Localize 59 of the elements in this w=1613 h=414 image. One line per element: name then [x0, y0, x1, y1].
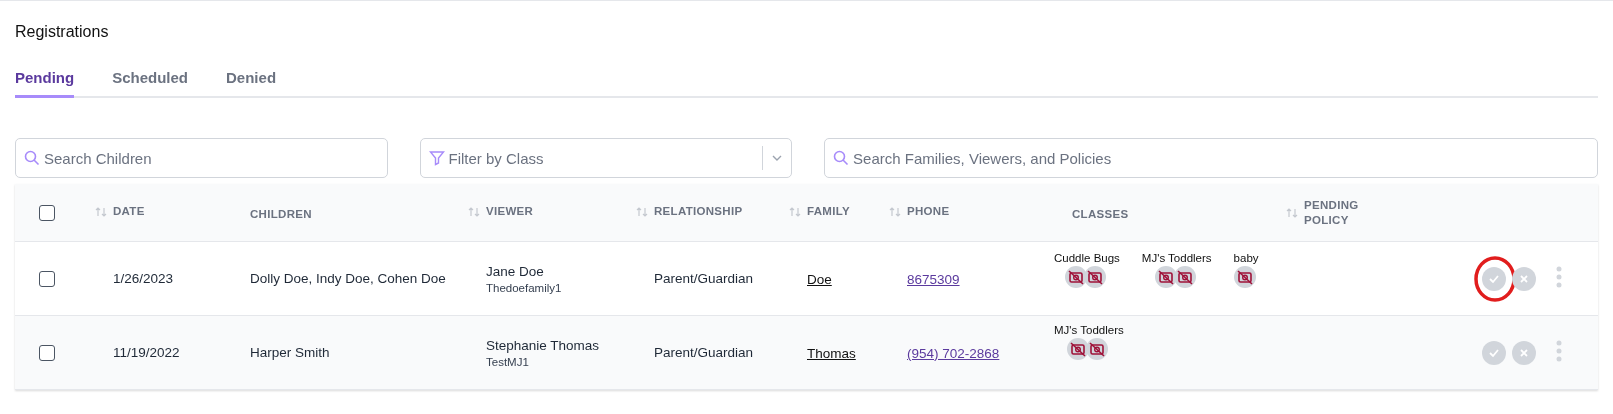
class-name: MJ's Toddlers	[1141, 252, 1212, 264]
select-all-checkbox[interactable]	[39, 204, 55, 221]
camera-off-icon	[1085, 338, 1108, 360]
viewer-name: Jane Doe	[486, 263, 545, 279]
tab[interactable]: Pending	[15, 63, 75, 98]
search-icon	[24, 150, 40, 166]
column-header: CLASSES	[1072, 206, 1129, 222]
class-filter-dropdown[interactable]: Filter by Class	[419, 138, 793, 178]
camera-off-icon	[1083, 266, 1106, 288]
approve-button[interactable]	[1482, 340, 1506, 365]
camera-off-icon	[1066, 338, 1089, 360]
sort-icon	[789, 205, 801, 218]
children-cell-text: Harper Smith	[249, 345, 331, 360]
filter-icon	[428, 150, 445, 166]
page-title: Registrations	[15, 22, 110, 42]
tab[interactable]: Denied	[226, 63, 277, 98]
viewer-name: Stephanie Thomas	[486, 337, 601, 353]
children-cell-text: Dolly Doe, Indy Doe, Cohen Doe	[249, 271, 447, 286]
viewer-username: Thedoefamily1	[486, 281, 563, 294]
search-field[interactable]: Search Children	[15, 138, 388, 178]
approve-button[interactable]	[1482, 266, 1506, 291]
column-header[interactable]: DATE	[95, 204, 145, 219]
date-cell-text: 11/19/2022	[112, 345, 181, 360]
class-name: Cuddle Bugs	[1054, 252, 1120, 264]
camera-off-icon	[1173, 266, 1196, 288]
row-checkbox[interactable]	[39, 270, 55, 287]
close-icon	[1519, 273, 1529, 284]
camera-off-icon	[1064, 266, 1087, 288]
class-name: MJ's Toddlers	[1054, 324, 1124, 336]
sort-icon	[1286, 206, 1298, 219]
sort-icon	[95, 205, 107, 218]
more-vertical-icon	[1556, 266, 1562, 288]
row-checkbox[interactable]	[39, 344, 55, 361]
more-vertical-icon	[1556, 340, 1562, 362]
column-header[interactable]: FAMILY	[789, 204, 850, 219]
search-field[interactable]: Search Families, Viewers, and Policies	[824, 138, 1598, 178]
deny-button[interactable]	[1512, 266, 1536, 291]
camera-off-icon	[1154, 266, 1177, 288]
class-name: baby	[1233, 252, 1259, 264]
sort-icon	[636, 205, 648, 218]
phone-link[interactable]: 8675309	[907, 271, 960, 287]
viewer-username: TestMJ1	[486, 355, 530, 368]
column-header[interactable]: PENDING POLICY	[1286, 197, 1384, 228]
family-link[interactable]: Doe	[807, 271, 832, 287]
sort-icon	[468, 205, 480, 218]
column-header[interactable]: RELATIONSHIP	[636, 204, 743, 219]
relationship-cell-text: Parent/Guardian	[653, 345, 755, 360]
column-header[interactable]: VIEWER	[468, 204, 534, 219]
close-icon	[1519, 347, 1529, 358]
camera-off-icon	[1233, 266, 1256, 288]
tab[interactable]: Scheduled	[112, 63, 189, 98]
column-header: CHILDREN	[250, 206, 312, 222]
sort-icon	[889, 205, 901, 218]
relationship-cell-text: Parent/Guardian	[653, 271, 755, 286]
phone-link[interactable]: (954) 702-2868	[907, 345, 1000, 361]
date-cell-text: 1/26/2023	[112, 271, 175, 286]
family-link[interactable]: Thomas	[807, 345, 856, 361]
search-icon	[833, 150, 850, 166]
column-header[interactable]: PHONE	[889, 204, 950, 219]
